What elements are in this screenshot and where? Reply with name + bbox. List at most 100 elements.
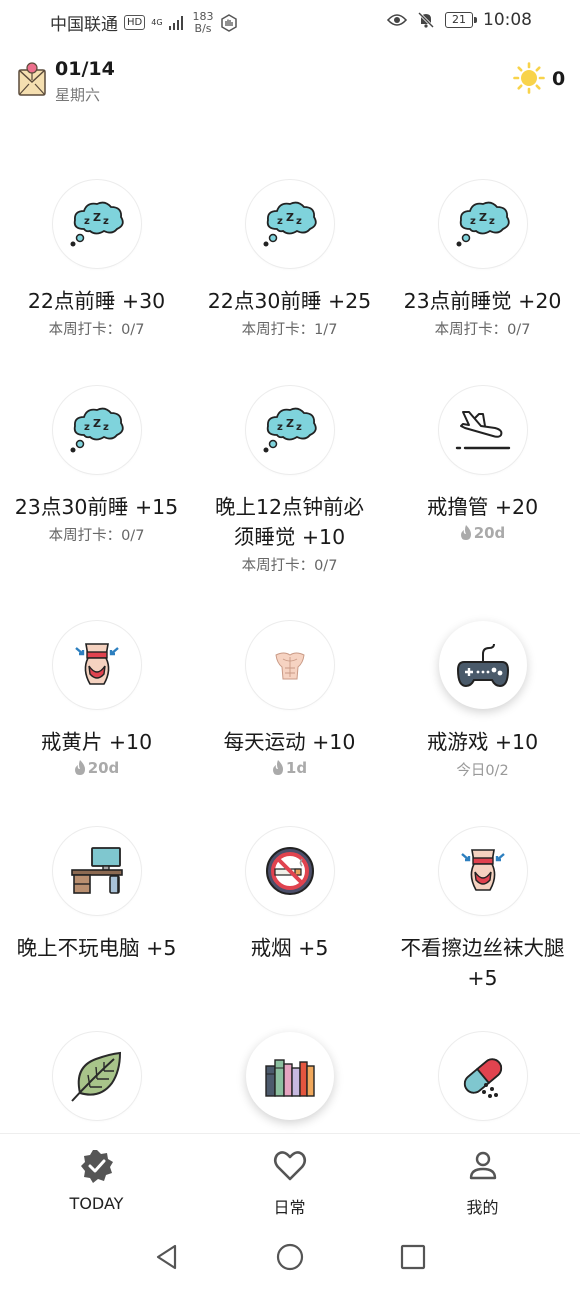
habit-icon-button[interactable] (52, 621, 141, 709)
gamepad-icon (456, 643, 509, 688)
flame-icon (74, 760, 85, 775)
habit-weekly-progress: 本周打卡：0/7 (434, 322, 531, 338)
habit-title: 戒烟 +5 (250, 936, 329, 960)
habit-card[interactable]: 戒黄片 +10 20d (0, 621, 193, 777)
svg-text:Z: Z (93, 211, 101, 224)
habit-card[interactable] (0, 1032, 193, 1120)
habit-title: 戒游戏 +10 (426, 730, 539, 754)
habit-icon-button[interactable]: z Z z (52, 386, 141, 474)
books-icon (264, 1059, 315, 1097)
computer-desk-icon (70, 847, 123, 894)
home-icon[interactable] (276, 1243, 304, 1271)
habit-card[interactable]: z Z z 晚上12点钟前必须睡觉 +10 本周打卡：0/7 (193, 386, 386, 575)
svg-text:z: z (296, 216, 302, 227)
svg-text:z: z (470, 216, 476, 227)
habit-card[interactable]: 戒撸管 +20 20d (386, 386, 579, 542)
no-smoking-icon (265, 847, 314, 895)
habit-icon-button[interactable] (245, 621, 334, 709)
svg-text:z: z (489, 216, 495, 227)
streak-days: 1d (285, 759, 308, 777)
svg-text:z: z (84, 422, 90, 433)
plane-landing-icon (455, 411, 510, 450)
speed-unit: B/s (194, 21, 212, 35)
waist-icon (74, 643, 119, 685)
habit-title: 晚上不玩电脑 +5 (16, 936, 177, 960)
carrier-label: 中国联通 (50, 15, 118, 35)
streak-days: 20d (87, 759, 120, 777)
sleep-cloud-icon: z Z z (263, 201, 317, 247)
habit-title: 22点前睡 +30 (27, 289, 166, 313)
nav-tab-today[interactable]: TODAY (0, 1148, 193, 1213)
habit-card[interactable]: 戒烟 +5 (193, 827, 386, 963)
habit-today-progress: 今日0/2 (456, 763, 509, 779)
habit-streak: 20d (386, 524, 579, 542)
habit-icon-button[interactable] (245, 1032, 334, 1120)
habit-icon-button[interactable]: z Z z (245, 386, 334, 474)
habit-card[interactable]: 不看擦边丝袜大腿 +5 (386, 827, 579, 993)
habit-icon-button[interactable]: z Z z (52, 180, 141, 268)
network-type: 4G (151, 18, 163, 27)
leaf-icon (70, 1051, 121, 1102)
habit-icon-button[interactable] (438, 1032, 527, 1120)
flame-icon (460, 525, 471, 540)
svg-text:z: z (103, 216, 109, 227)
svg-text:z: z (103, 422, 109, 433)
habit-card[interactable]: 戒游戏 +10 今日0/2 (386, 621, 579, 780)
habit-icon-button[interactable] (438, 386, 527, 474)
hd-badge: HD (124, 15, 146, 30)
system-navigation-bar (0, 1226, 580, 1289)
verified-badge-icon (80, 1150, 113, 1183)
habit-weekly-progress: 本周打卡：0/7 (48, 528, 145, 544)
svg-text:z: z (277, 216, 283, 227)
habit-icon-button[interactable] (245, 827, 334, 915)
status-bar: 中国联通 HD 4G 183 B/s 21 10:08 (0, 0, 580, 42)
habit-icon-button[interactable] (52, 827, 141, 915)
habit-icon-button[interactable]: z Z z (245, 180, 334, 268)
habit-icon-button[interactable]: z Z z (438, 180, 527, 268)
sleep-cloud-icon: z Z z (70, 201, 124, 247)
habit-card[interactable]: z Z z 22点30前睡 +25 本周打卡：1/7 (193, 180, 386, 339)
habit-weekly-progress: 本周打卡：0/7 (48, 322, 145, 338)
hand-icon (220, 13, 237, 32)
waist-icon (460, 849, 505, 891)
habit-card[interactable] (386, 1032, 579, 1120)
habit-weekly-progress: 本周打卡：0/7 (241, 558, 338, 574)
love-letter-icon[interactable] (18, 62, 46, 96)
sun-icon (513, 62, 545, 94)
habit-weekly-progress: 本周打卡：1/7 (241, 322, 338, 338)
user-icon (469, 1151, 496, 1180)
mute-bell-icon (417, 11, 435, 29)
habit-title: 晚上12点钟前必须睡觉 +10 (214, 495, 365, 549)
speed-value: 183 (192, 9, 214, 23)
nav-tab-daily[interactable]: 日常 (193, 1148, 386, 1218)
nav-label-mine: 我的 (466, 1198, 499, 1217)
nav-tab-mine[interactable]: 我的 (386, 1148, 579, 1218)
points-count: 0 (552, 68, 566, 90)
bottom-navigation: TODAY 日常 我的 (0, 1133, 580, 1226)
habit-title: 22点30前睡 +25 (207, 289, 372, 313)
svg-text:z: z (296, 422, 302, 433)
svg-text:Z: Z (479, 211, 487, 224)
signal-icon (168, 15, 183, 30)
back-icon[interactable] (153, 1243, 181, 1271)
habit-card[interactable]: 每天运动 +10 1d (193, 621, 386, 777)
habit-icon-button[interactable] (52, 1032, 141, 1120)
recents-icon[interactable] (399, 1243, 427, 1271)
habit-card[interactable]: z Z z 23点前睡觉 +20 本周打卡：0/7 (386, 180, 579, 339)
sleep-cloud-icon: z Z z (456, 201, 510, 247)
sleep-cloud-icon: z Z z (70, 407, 124, 453)
streak-days: 20d (473, 524, 506, 542)
habit-card[interactable]: z Z z 23点30前睡 +15 本周打卡：0/7 (0, 386, 193, 545)
svg-text:Z: Z (93, 417, 101, 430)
battery-indicator: 21 (445, 12, 477, 28)
habit-title: 不看擦边丝袜大腿 +5 (400, 936, 565, 990)
habit-card[interactable]: 晚上不玩电脑 +5 (0, 827, 193, 963)
habit-icon-button[interactable] (438, 621, 527, 709)
current-date: 01/14 (55, 58, 115, 80)
nav-label-today: TODAY (69, 1194, 124, 1213)
habit-card[interactable]: z Z z 22点前睡 +30 本周打卡：0/7 (0, 180, 193, 339)
flame-icon (272, 760, 283, 775)
habit-card[interactable] (193, 1032, 386, 1120)
nav-label-daily: 日常 (273, 1198, 306, 1217)
habit-icon-button[interactable] (438, 827, 527, 915)
